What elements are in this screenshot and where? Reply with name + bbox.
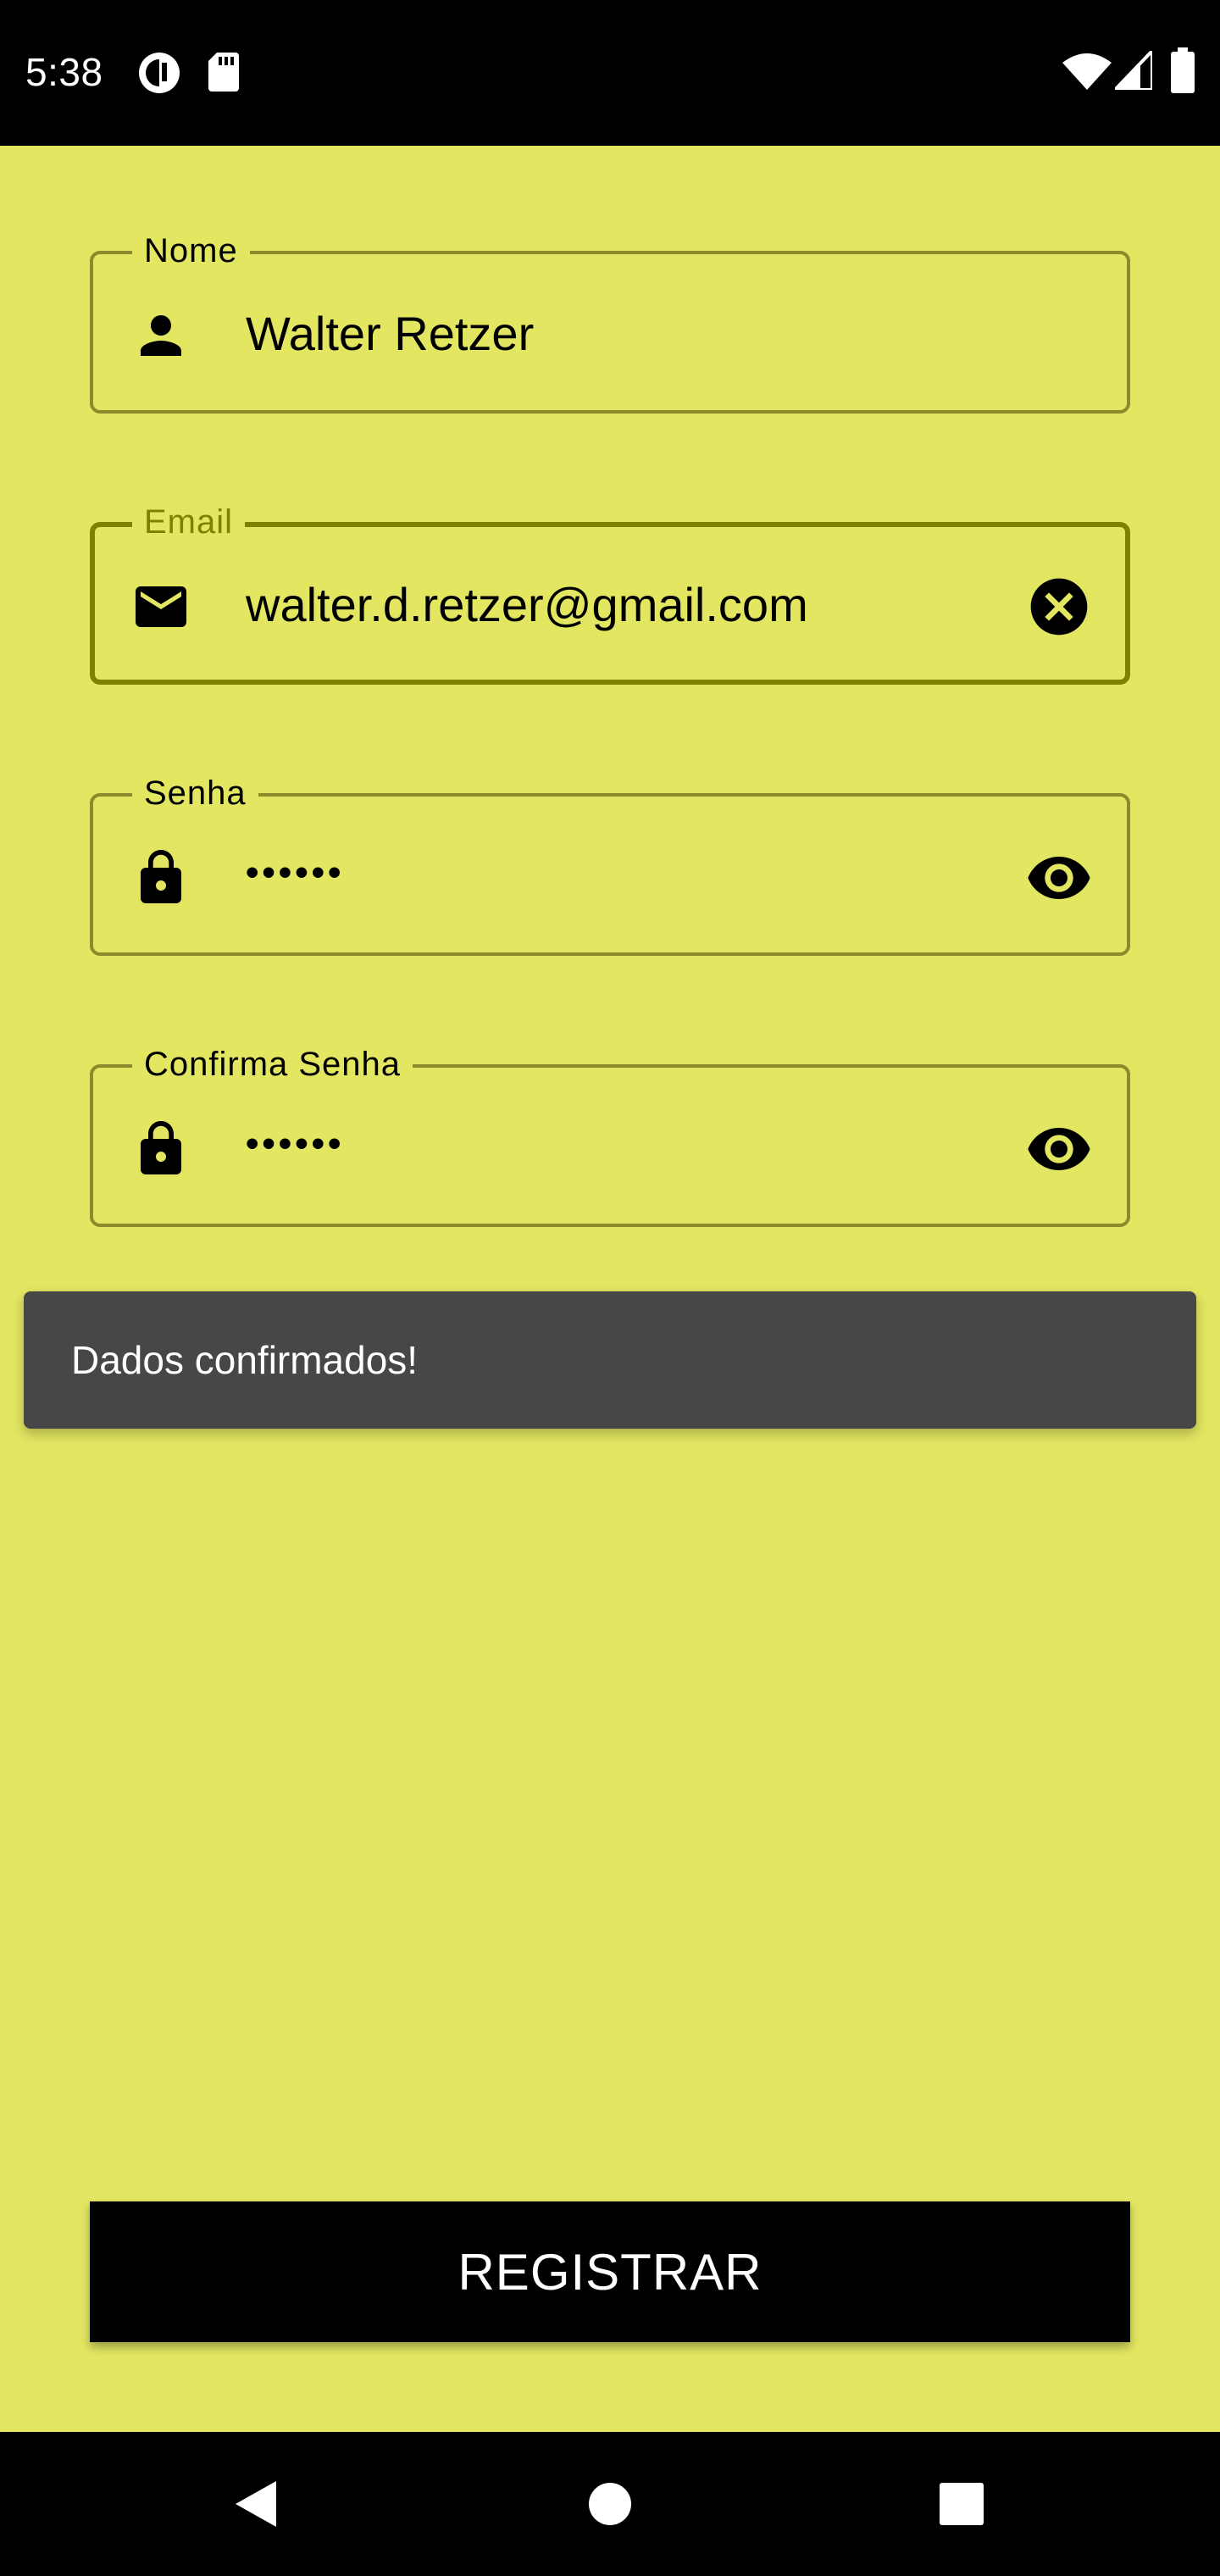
snackbar-message: Dados confirmados! — [71, 1338, 419, 1382]
name-field[interactable]: Nome Walter Retzer — [90, 232, 1130, 414]
sync-icon — [139, 53, 180, 93]
name-field-label: Nome — [132, 232, 250, 269]
lock-icon — [141, 1121, 181, 1174]
email-field-label: Email — [132, 503, 246, 541]
password-field[interactable]: Senha •••••• — [90, 774, 1130, 956]
navigation-bar — [0, 2432, 1220, 2576]
password-field-label: Senha — [132, 774, 258, 812]
status-time: 5:38 — [25, 50, 103, 94]
name-field-value: Walter Retzer — [246, 307, 535, 360]
confirm-password-field[interactable]: Confirma Senha •••••• — [90, 1046, 1130, 1227]
snackbar: Dados confirmados! — [24, 1291, 1196, 1429]
sd-card-icon — [208, 53, 239, 92]
signal-icon — [1115, 51, 1152, 90]
back-icon[interactable] — [186, 2432, 322, 2576]
email-field[interactable]: Email walter.d.retzer@gmail.com — [90, 503, 1130, 685]
confirm-password-field-label: Confirma Senha — [132, 1046, 413, 1083]
person-icon — [141, 315, 181, 356]
wifi-icon — [1062, 53, 1112, 90]
password-field-value: •••••• — [246, 852, 345, 893]
clear-icon[interactable] — [1025, 573, 1093, 641]
eye-icon[interactable] — [1025, 1115, 1093, 1183]
eye-icon[interactable] — [1025, 844, 1093, 912]
email-field-value: walter.d.retzer@gmail.com — [246, 578, 808, 631]
status-bar: 5:38 — [0, 0, 1220, 146]
confirm-password-field-value: •••••• — [246, 1123, 345, 1164]
mail-icon — [136, 586, 186, 627]
register-button[interactable]: REGISTRAR — [90, 2201, 1130, 2342]
home-icon[interactable] — [542, 2432, 678, 2576]
battery-icon — [1171, 47, 1195, 93]
recents-icon[interactable] — [893, 2432, 1029, 2576]
lock-icon — [141, 850, 181, 903]
